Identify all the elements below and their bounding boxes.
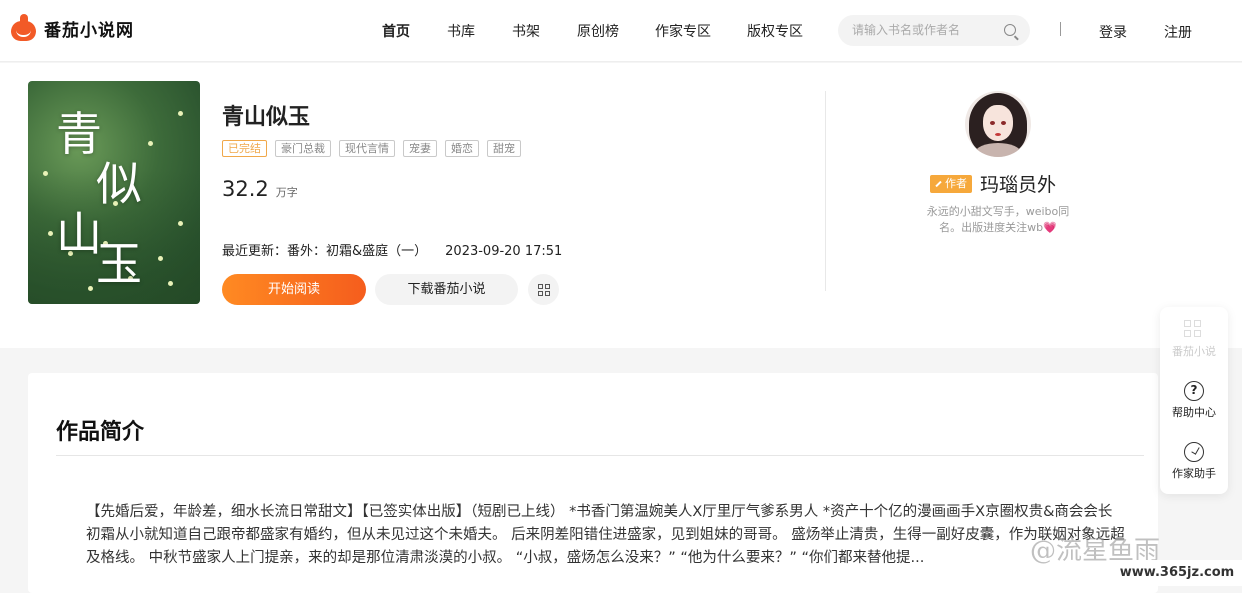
book-cover[interactable]: 青 似 山 玉: [28, 81, 200, 304]
search-icon[interactable]: [1004, 24, 1016, 36]
intro-card: 作品简介 【先婚后爱，年龄差，细水长流日常甜文】【已签实体出版】（短剧已上线） …: [28, 373, 1158, 593]
tag-item[interactable]: 甜宠: [487, 140, 521, 157]
floating-side-panel: 番茄小说 ? 帮助中心 作家助手: [1160, 307, 1228, 494]
tag-item[interactable]: 现代言情: [339, 140, 395, 157]
tag-item[interactable]: 豪门总裁: [275, 140, 331, 157]
logo-text: 番茄小说网: [44, 20, 134, 41]
nav-item-writer-zone[interactable]: 作家专区: [655, 21, 711, 41]
pen-icon: [935, 180, 942, 187]
login-link[interactable]: 登录: [1099, 22, 1127, 42]
book-title: 青山似玉: [222, 105, 311, 130]
nav-item-home[interactable]: 首页: [382, 21, 410, 41]
intro-text: 【先婚后爱，年龄差，细水长流日常甜文】【已签实体出版】（短剧已上线） *书香门第…: [86, 504, 1125, 566]
word-count: 32.2 万字: [222, 177, 298, 201]
header-divider: [1060, 22, 1061, 36]
tomato-logo-icon: [10, 14, 36, 42]
tag-item[interactable]: 婚恋: [445, 140, 479, 157]
author-badge: 作者: [930, 174, 972, 193]
qr-code-button[interactable]: [528, 274, 559, 305]
intro-divider: [56, 455, 1144, 456]
word-count-unit: 万字: [275, 186, 298, 199]
latest-update-prefix: 最近更新：: [222, 244, 288, 259]
nav-item-original-rank[interactable]: 原创榜: [577, 21, 619, 41]
tag-item[interactable]: 宠妻: [403, 140, 437, 157]
update-time: 2023-09-20 17:51: [445, 244, 563, 259]
watermark-url: www.365jz.com: [1112, 560, 1242, 586]
author-name[interactable]: 玛瑙员外: [980, 170, 1056, 197]
nav-item-bookshelf[interactable]: 书架: [512, 21, 540, 41]
book-tags: 已完结 豪门总裁 现代言情 宠妻 婚恋 甜宠: [222, 140, 521, 157]
book-info-section: 青 似 山 玉 青山似玉 已完结 豪门总裁 现代言情 宠妻 婚恋 甜宠 32.2…: [0, 63, 1242, 348]
help-icon: ?: [1184, 381, 1204, 401]
download-app-button[interactable]: 下载番茄小说: [375, 274, 518, 305]
writer-assistant-icon: [1184, 442, 1204, 462]
register-link[interactable]: 注册: [1164, 22, 1192, 42]
top-header: 番茄小说网 首页 书库 书架 原创榜 作家专区 版权专区 登录 注册: [0, 0, 1242, 62]
float-item-app[interactable]: 番茄小说: [1160, 320, 1228, 359]
start-reading-button[interactable]: 开始阅读: [222, 274, 366, 305]
author-info: 作者 玛瑙员外: [930, 170, 1056, 197]
latest-chapter-link[interactable]: 番外：初霜&盛庭（一）: [287, 244, 427, 259]
float-item-help[interactable]: ? 帮助中心: [1160, 381, 1228, 420]
search-input[interactable]: [852, 23, 1002, 37]
tag-status: 已完结: [222, 140, 267, 157]
latest-update: 最近更新：番外：初霜&盛庭（一） 2023-09-20 17:51: [222, 240, 562, 259]
author-avatar[interactable]: [965, 91, 1031, 157]
nav-item-library[interactable]: 书库: [447, 21, 475, 41]
section-divider: [825, 91, 826, 291]
site-logo[interactable]: 番茄小说网: [10, 14, 134, 42]
float-item-writer-assistant[interactable]: 作家助手: [1160, 442, 1228, 481]
nav-item-copyright-zone[interactable]: 版权专区: [747, 21, 803, 41]
qr-code-icon: [538, 284, 550, 296]
intro-title: 作品简介: [56, 420, 145, 445]
author-description: 永远的小甜文写手，weibo同名。出版进度关注wb💗: [926, 205, 1070, 234]
app-grid-icon: [1184, 320, 1204, 340]
search-box: [838, 15, 1030, 46]
word-count-value: 32.2: [222, 177, 269, 201]
cover-title: 青 似 山 玉: [56, 107, 142, 291]
